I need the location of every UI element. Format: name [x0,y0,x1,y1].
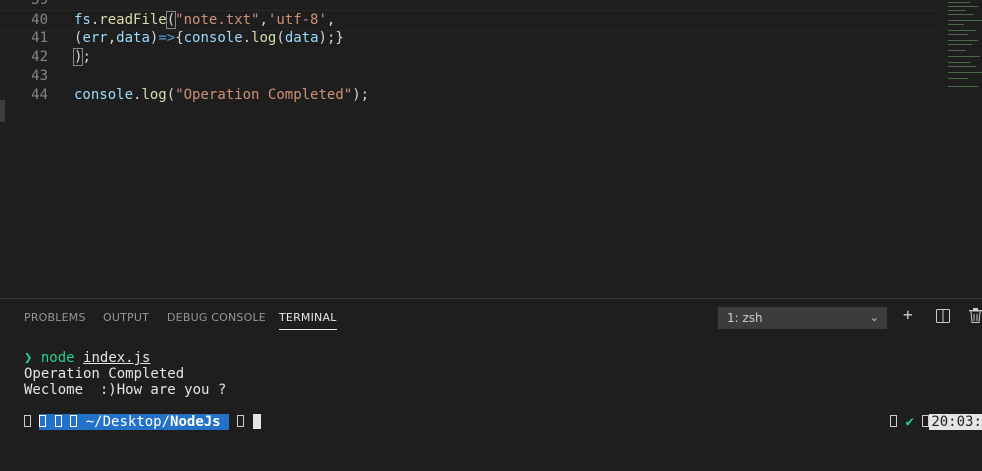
line-number: 43 [31,68,48,84]
code-token: log [251,30,277,46]
minimap-line [948,10,966,11]
clock: 20:03: [929,414,982,430]
code-text: ); [72,48,91,67]
check-icon: ✔ [905,414,914,430]
minimap-line [948,50,966,51]
line-number: 42 [31,49,48,65]
code-token: "Operation Completed" [175,87,353,103]
terminal-output-line: Operation Completed [24,366,185,382]
split-terminal-icon[interactable] [936,308,950,327]
minimap-line [948,86,978,87]
code-token: , [326,12,336,28]
code-token: 'utf-8' [267,12,327,28]
trash-icon[interactable] [969,308,982,327]
minimap-line [948,6,978,7]
line-number: 41 [31,30,48,46]
code-token: log [141,87,167,103]
code-token: fs [74,12,91,28]
code-token: ); [352,87,370,103]
minimap-line [948,14,974,15]
code-line[interactable]: 42); [0,48,940,67]
minimap[interactable] [948,0,982,95]
code-line[interactable]: 44 console.log("Operation Completed"); [0,86,940,105]
chevron-down-icon: ⌄ [869,311,879,324]
code-token: err [82,30,108,46]
prompt-path: ~/Desktop/ [77,414,171,430]
code-line[interactable]: 39 [0,0,940,10]
command-name: node [40,350,75,366]
minimap-line [948,56,980,57]
code-line[interactable]: 41 (err,data)=>{console.log(data);} [0,29,940,48]
code-token: { [175,30,184,46]
line-number: 44 [31,87,48,103]
line-number: 40 [31,12,48,28]
code-line[interactable]: 43 [0,67,940,86]
code-token: . [242,30,252,46]
code-token: ( [166,87,176,103]
code-token: , [259,12,268,28]
bottom-panel: PROBLEMS OUTPUT DEBUG CONSOLE TERMINAL 1… [0,298,982,471]
code-text: fs.readFile("note.txt",'utf-8', [74,11,335,30]
code-line[interactable]: 40 fs.readFile("note.txt",'utf-8', [0,10,940,31]
prompt-glyph [237,415,245,427]
minimap-line [948,30,976,31]
tab-output[interactable]: OUTPUT [103,311,149,324]
tab-terminal[interactable]: TERMINAL [279,311,337,330]
prompt-arrow: ❯ [24,350,33,366]
line-number: 39 [31,0,48,8]
minimap-line [948,66,976,67]
code-token: data [284,30,319,46]
code-editor[interactable]: 39 40 fs.readFile("note.txt",'utf-8', 41 (er… [0,0,982,298]
terminal-prompt[interactable]: ~/Desktop/NodeJs [24,414,261,430]
prompt-glyph [890,415,897,427]
right-status: ✔ 20:03: [890,414,982,430]
minimap-line [948,34,968,35]
code-token: => [158,30,176,46]
tab-debug-console[interactable]: DEBUG CONSOLE [167,311,266,324]
minimap-line [948,62,970,63]
code-token: ; [82,49,91,65]
prompt-dir: NodeJs [170,414,221,430]
code-token: , [107,30,117,46]
minimap-line [948,20,982,21]
prompt-glyph [54,415,62,427]
code-token: console [183,30,243,46]
terminal-command-line: ❯ node index.js [24,350,150,366]
command-argument: index.js [83,350,151,366]
code-token: ( [276,30,285,46]
code-token: );} [318,30,344,46]
terminal-select[interactable]: 1: zsh ⌄ [718,307,887,329]
code-token: ( [165,11,177,29]
tab-problems[interactable]: PROBLEMS [24,311,86,324]
code-text: console.log("Operation Completed"); [74,86,369,105]
minimap-line [948,72,982,73]
minimap-line [948,44,972,45]
code-text: (err,data)=>{console.log(data);} [74,29,344,48]
apple-icon [39,415,47,427]
code-token: console [74,87,134,103]
code-token: data [116,30,150,46]
minimap-line [948,2,970,3]
minimap-line [948,78,968,79]
minimap-line [948,40,978,41]
code-token: readFile [99,12,167,28]
terminal-cursor [252,414,261,429]
minimap-line [948,24,964,25]
plus-icon[interactable]: + [903,305,913,324]
prompt-glyph [24,415,31,427]
terminal-output-line: Weclome :)How are you ? [24,382,227,398]
terminal-select-value: 1: zsh [727,311,763,325]
code-token: "note.txt" [175,12,260,28]
